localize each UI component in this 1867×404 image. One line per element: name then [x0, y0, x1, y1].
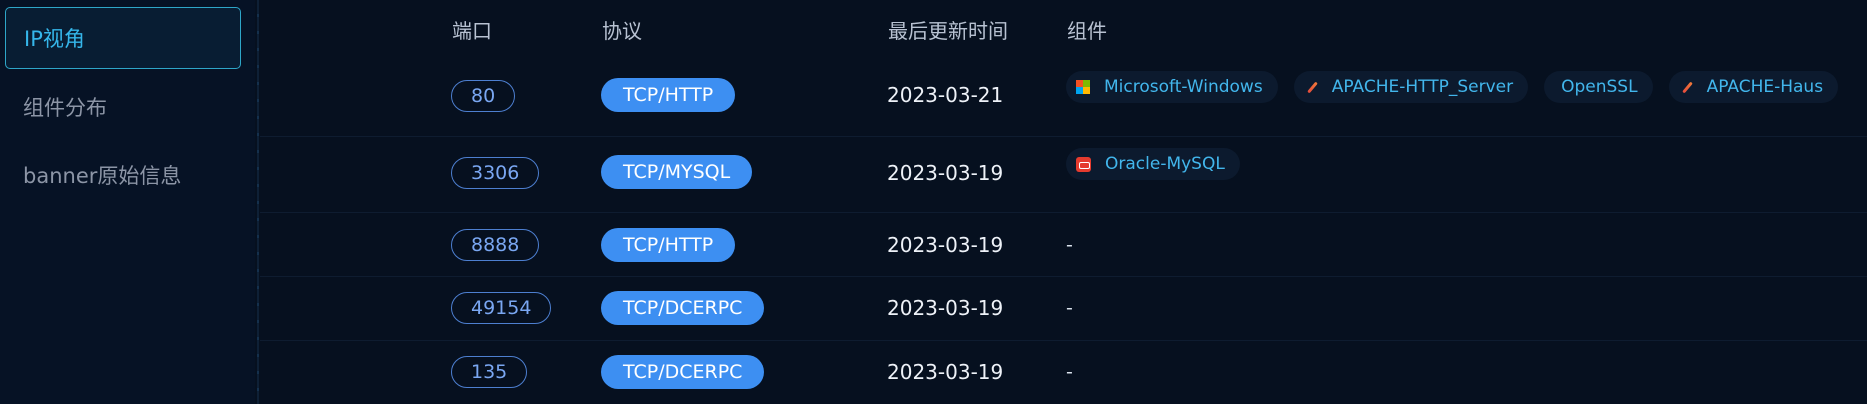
- sidebar-item-label: 组件分布: [23, 96, 107, 120]
- component-label: Oracle-MySQL: [1105, 154, 1225, 174]
- port-badge[interactable]: 8888: [451, 229, 540, 261]
- column-header-port: 端口: [452, 19, 492, 43]
- apache-feather-icon: [1304, 80, 1318, 94]
- sidebar-divider: [257, 0, 259, 404]
- component-chip[interactable]: APACHE-HTTP_Server: [1293, 71, 1529, 103]
- empty-components: -: [1066, 234, 1073, 256]
- mysql-icon: [1076, 156, 1091, 172]
- port-table: 端口 协议 最后更新时间 组件 80 TCP/HTTP 2023-03-21 M…: [260, 0, 1867, 404]
- row-divider: [260, 212, 1867, 213]
- component-chip[interactable]: OpenSSL: [1544, 71, 1653, 103]
- column-header-updated: 最后更新时间: [888, 19, 1008, 43]
- row-divider: [260, 136, 1867, 137]
- component-chip[interactable]: Oracle-MySQL: [1066, 148, 1240, 180]
- sidebar-item-label: IP视角: [24, 27, 85, 51]
- apache-feather-icon: [1679, 80, 1693, 94]
- last-updated-date: 2023-03-19: [887, 233, 1004, 257]
- component-list: Oracle-MySQL: [1066, 147, 1256, 181]
- protocol-badge[interactable]: TCP/DCERPC: [601, 355, 765, 389]
- component-label: APACHE-Haus: [1706, 77, 1824, 97]
- sidebar-item-label: banner原始信息: [23, 164, 182, 188]
- component-chip[interactable]: Microsoft-Windows: [1066, 71, 1278, 103]
- empty-components: -: [1066, 297, 1073, 319]
- port-badge[interactable]: 3306: [451, 157, 540, 189]
- component-list: Microsoft-Windows APACHE-HTTP_Server Ope…: [1066, 70, 1854, 104]
- port-badge[interactable]: 49154: [451, 292, 552, 324]
- row-divider: [260, 276, 1867, 277]
- protocol-badge[interactable]: TCP/MYSQL: [601, 155, 753, 189]
- port-detail-view: IP视角 组件分布 banner原始信息 端口 协议 最后更新时间 组件 80 …: [0, 0, 1867, 404]
- component-label: OpenSSL: [1561, 77, 1638, 97]
- port-badge[interactable]: 80: [451, 80, 516, 112]
- sidebar-item-component-distribution[interactable]: 组件分布: [5, 76, 241, 138]
- column-header-protocol: 协议: [602, 19, 642, 43]
- windows-icon: [1076, 80, 1090, 94]
- protocol-badge[interactable]: TCP/HTTP: [601, 78, 736, 112]
- component-label: APACHE-HTTP_Server: [1331, 77, 1514, 97]
- sidebar: IP视角 组件分布 banner原始信息: [0, 0, 255, 404]
- column-header-components: 组件: [1067, 19, 1107, 43]
- protocol-badge[interactable]: TCP/HTTP: [601, 228, 736, 262]
- component-label: Microsoft-Windows: [1104, 77, 1263, 97]
- empty-components: -: [1066, 361, 1073, 383]
- last-updated-date: 2023-03-19: [887, 161, 1004, 185]
- protocol-badge[interactable]: TCP/DCERPC: [601, 291, 765, 325]
- component-chip[interactable]: APACHE-Haus: [1668, 71, 1839, 103]
- sidebar-item-ip-view[interactable]: IP视角: [5, 7, 241, 69]
- row-divider: [260, 340, 1867, 341]
- last-updated-date: 2023-03-19: [887, 296, 1004, 320]
- sidebar-item-banner-raw-info[interactable]: banner原始信息: [5, 144, 241, 206]
- last-updated-date: 2023-03-19: [887, 360, 1004, 384]
- port-badge[interactable]: 135: [451, 356, 528, 388]
- last-updated-date: 2023-03-21: [887, 83, 1004, 107]
